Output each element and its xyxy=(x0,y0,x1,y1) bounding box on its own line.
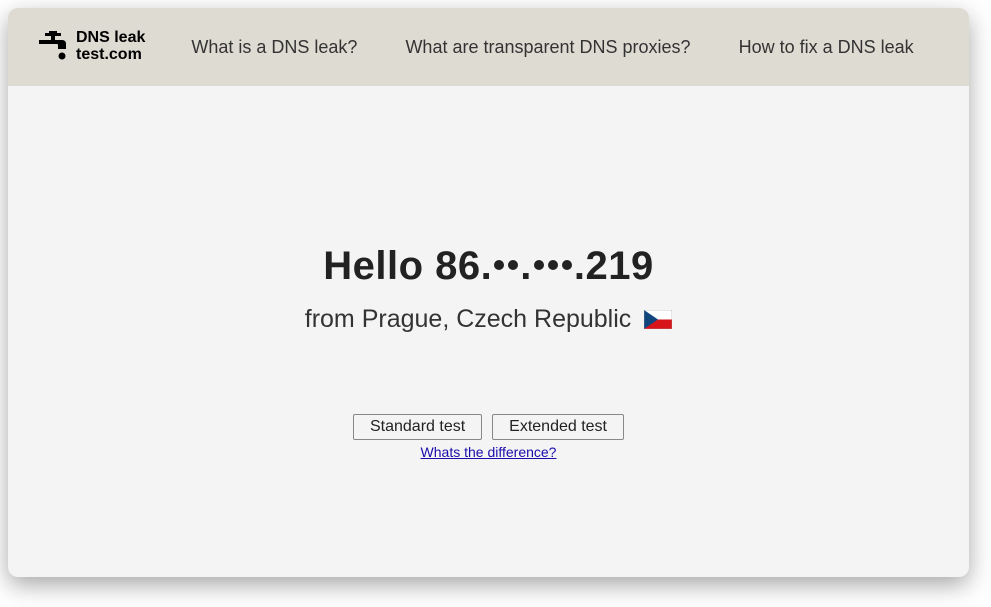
ip-octet-last: .219 xyxy=(574,244,654,288)
ip-heading: Hello 86.. .219 xyxy=(8,244,969,289)
location-line: from Prague, Czech Republic xyxy=(8,305,969,336)
nav-links: What is a DNS leak? What are transparent… xyxy=(191,37,913,58)
ip-octet-1: 86. xyxy=(435,244,492,288)
site-logo[interactable]: DNS leak test.com xyxy=(36,28,145,67)
ip-separator: . xyxy=(520,244,532,288)
standard-test-button[interactable]: Standard test xyxy=(353,414,482,440)
hello-prefix: Hello xyxy=(323,244,435,288)
whats-the-difference-link[interactable]: Whats the difference? xyxy=(8,444,969,460)
nav-what-is-dns-leak[interactable]: What is a DNS leak? xyxy=(191,37,357,58)
page-card: DNS leak test.com What is a DNS leak? Wh… xyxy=(8,8,969,577)
extended-test-button[interactable]: Extended test xyxy=(492,414,624,440)
main-content: Hello 86.. .219 from Prague, Czech Republ… xyxy=(8,86,969,460)
logo-line2: test.com xyxy=(76,47,145,64)
flag-czech-republic-icon xyxy=(644,307,672,336)
logo-line1: DNS leak xyxy=(76,30,145,47)
faucet-icon xyxy=(36,28,70,67)
logo-text: DNS leak test.com xyxy=(76,30,145,64)
from-prefix: from xyxy=(305,305,362,333)
masked-dot-icon xyxy=(562,260,572,270)
test-buttons-row: Standard test Extended test xyxy=(8,414,969,440)
header-bar: DNS leak test.com What is a DNS leak? Wh… xyxy=(8,8,969,86)
nav-transparent-proxies[interactable]: What are transparent DNS proxies? xyxy=(405,37,690,58)
masked-dot-icon xyxy=(508,260,518,270)
location-text: Prague, Czech Republic xyxy=(362,305,632,333)
masked-dot-icon xyxy=(494,260,504,270)
masked-dot-icon xyxy=(548,260,558,270)
nav-how-to-fix[interactable]: How to fix a DNS leak xyxy=(739,37,914,58)
masked-dot-icon xyxy=(534,260,544,270)
